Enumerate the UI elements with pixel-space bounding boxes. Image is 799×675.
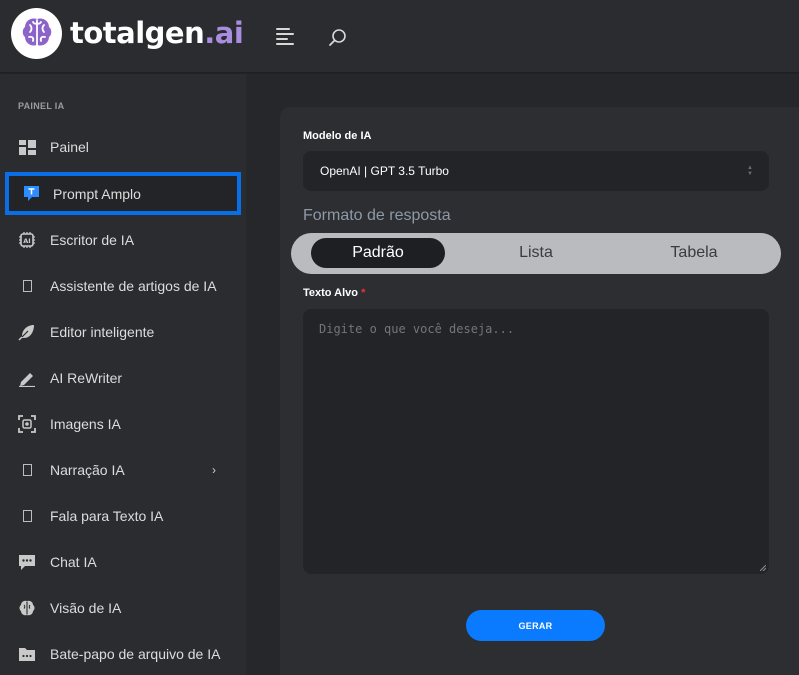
top-bar: totalgen.ai xyxy=(0,0,799,73)
sidebar-item-ai-rewriter[interactable]: AI ReWriter xyxy=(0,358,246,398)
required-mark: * xyxy=(361,287,366,299)
menu-toggle-icon[interactable] xyxy=(276,28,296,46)
dashboard-icon xyxy=(18,138,36,156)
feather-icon xyxy=(18,323,36,341)
article-icon xyxy=(18,277,36,295)
sidebar-item-escritor-ia[interactable]: AI Escritor de IA xyxy=(0,220,246,260)
image-scan-icon xyxy=(18,415,36,433)
sidebar-item-editor-inteligente[interactable]: Editor inteligente xyxy=(0,312,246,352)
brand-name: totalgen.ai xyxy=(70,16,244,50)
sidebar-item-label: Visão de IA xyxy=(50,600,122,616)
logo[interactable]: totalgen.ai xyxy=(11,7,244,59)
sidebar-item-painel[interactable]: Painel xyxy=(0,127,246,167)
sidebar-item-prompt-amplo[interactable]: Prompt Amplo xyxy=(5,172,241,215)
sidebar-item-label: Editor inteligente xyxy=(50,324,155,340)
sidebar-item-label: Imagens IA xyxy=(50,416,121,432)
model-select[interactable]: OpenAI | GPT 3.5 Turbo ▲ ▼ xyxy=(303,151,769,191)
sidebar-item-assistente-artigos[interactable]: Assistente de artigos de IA xyxy=(0,266,246,306)
sidebar-item-narracao-ia[interactable]: Narração IA › xyxy=(0,450,246,490)
model-label: Modelo de IA xyxy=(303,130,372,142)
search-icon[interactable] xyxy=(328,28,348,48)
voice-icon xyxy=(18,461,36,479)
model-select-value: OpenAI | GPT 3.5 Turbo xyxy=(320,164,449,178)
chat-icon xyxy=(18,553,36,571)
target-text-label: Texto Alvo * xyxy=(303,287,366,299)
resize-handle-icon[interactable] xyxy=(760,565,766,571)
sidebar-item-label: Bate-papo de arquivo de IA xyxy=(50,646,221,662)
sidebar-item-imagens-ia[interactable]: Imagens IA xyxy=(0,404,246,444)
sidebar-item-bate-papo-arquivo[interactable]: Bate-papo de arquivo de IA xyxy=(0,634,246,674)
sidebar-item-label: Chat IA xyxy=(50,554,97,570)
text-prompt-icon xyxy=(22,185,40,203)
sidebar-item-label: Narração IA xyxy=(50,462,125,478)
sidebar-item-label: Fala para Texto IA xyxy=(50,508,164,524)
sidebar-item-fala-texto[interactable]: Fala para Texto IA xyxy=(0,496,246,536)
speech-icon xyxy=(18,507,36,525)
target-text-input[interactable] xyxy=(303,309,769,574)
chevron-right-icon[interactable]: › xyxy=(212,463,216,477)
format-option-padrao[interactable]: Padrão xyxy=(311,238,445,268)
pen-icon xyxy=(18,369,36,387)
format-segmented-control: Padrão Lista Tabela xyxy=(291,233,781,274)
sidebar-section-label: PAINEL IA xyxy=(18,101,65,111)
sidebar-item-label: Escritor de IA xyxy=(50,232,135,248)
sidebar-item-chat-ia[interactable]: Chat IA xyxy=(0,542,246,582)
format-option-lista[interactable]: Lista xyxy=(471,238,601,268)
folder-chat-icon xyxy=(18,645,36,663)
svg-text:AI: AI xyxy=(23,237,30,245)
sidebar: PAINEL IA Painel Prompt Amplo AI Escrito… xyxy=(0,74,246,675)
brain-icon xyxy=(18,599,36,617)
sidebar-item-label: Painel xyxy=(50,139,89,155)
brain-logo-icon xyxy=(11,7,62,59)
sidebar-item-label: AI ReWriter xyxy=(50,370,123,386)
sidebar-item-label: Prompt Amplo xyxy=(53,185,141,202)
select-arrows-icon: ▲ ▼ xyxy=(747,165,753,177)
sidebar-item-label: Assistente de artigos de IA xyxy=(50,278,217,294)
ai-chip-icon: AI xyxy=(18,231,36,249)
format-title: Formato de resposta xyxy=(303,207,451,224)
sidebar-item-visao-ia[interactable]: Visão de IA xyxy=(0,588,246,628)
generate-button[interactable]: GERAR xyxy=(466,610,605,641)
format-option-tabela[interactable]: Tabela xyxy=(629,238,759,268)
